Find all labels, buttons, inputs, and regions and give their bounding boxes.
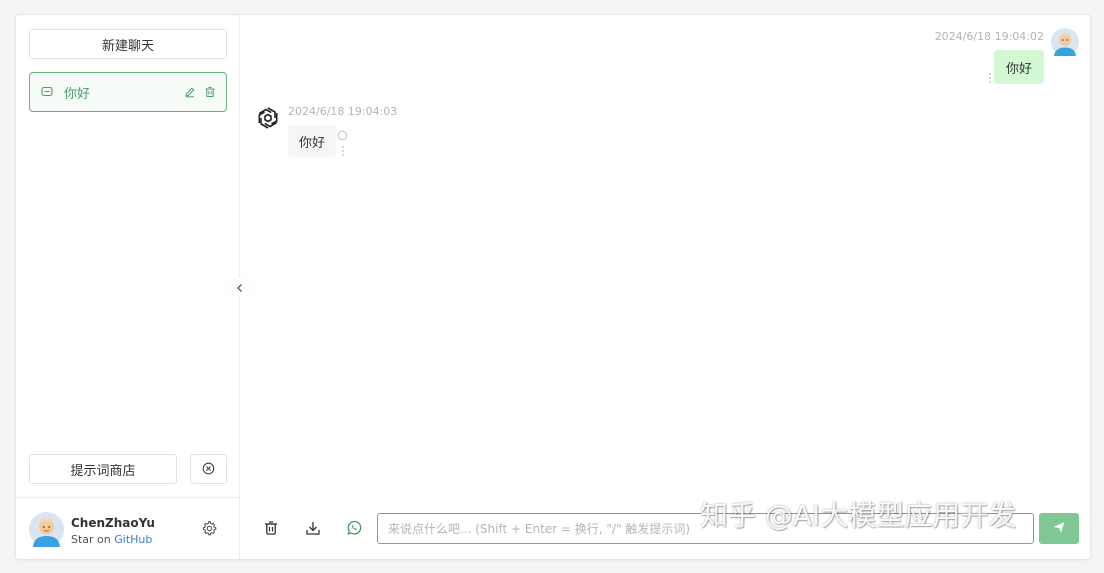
download-button[interactable] [301,518,325,542]
chat-input[interactable] [377,513,1034,544]
avatar[interactable] [29,512,64,547]
circle-x-icon [202,460,215,479]
send-icon [1052,519,1066,538]
more-vertical-icon[interactable] [339,144,347,158]
trash-icon[interactable] [202,84,218,100]
new-chat-button[interactable]: 新建聊天 [29,29,227,59]
input-bar [241,510,1090,550]
user-message-avatar [1051,28,1079,56]
user-message-time: 2024/6/18 19:04:02 [934,30,1044,43]
gear-icon [201,520,217,540]
clear-button[interactable] [190,454,227,484]
status-circle-icon [337,126,348,141]
context-toggle-button[interactable] [342,518,366,542]
prompt-store-button[interactable]: 提示词商店 [29,454,177,484]
user-name: ChenZhaoYu [71,516,155,530]
assistant-message-time: 2024/6/18 19:04:03 [288,105,398,118]
chat-area: 2024/6/18 19:04:02 你好 2024/6/18 19:04:03… [241,15,1090,559]
conversation-item[interactable]: 你好 [29,72,227,112]
user-subtitle: Star on GitHub [71,533,152,546]
more-vertical-icon[interactable] [986,71,994,85]
app-window: 新建聊天 你好 提示词商店 ChenZhaoYu Star on GitHub … [15,14,1091,560]
send-button[interactable] [1039,513,1079,544]
openai-logo-icon [255,105,281,131]
chat-bubble-icon [40,85,54,99]
user-subtitle-prefix: Star on [71,533,115,546]
user-panel: ChenZhaoYu Star on GitHub [16,497,240,559]
conversation-title: 你好 [64,86,91,102]
sidebar: 新建聊天 你好 提示词商店 ChenZhaoYu Star on GitHub [16,15,240,559]
trash-icon [263,520,279,540]
edit-icon[interactable] [182,84,198,100]
whatsapp-icon [346,520,362,540]
github-link[interactable]: GitHub [114,533,152,546]
settings-button[interactable] [199,520,219,540]
delete-chat-button[interactable] [259,518,283,542]
user-message-bubble: 你好 [993,50,1044,84]
download-icon [305,520,321,540]
assistant-message-bubble: 你好 [288,125,337,157]
